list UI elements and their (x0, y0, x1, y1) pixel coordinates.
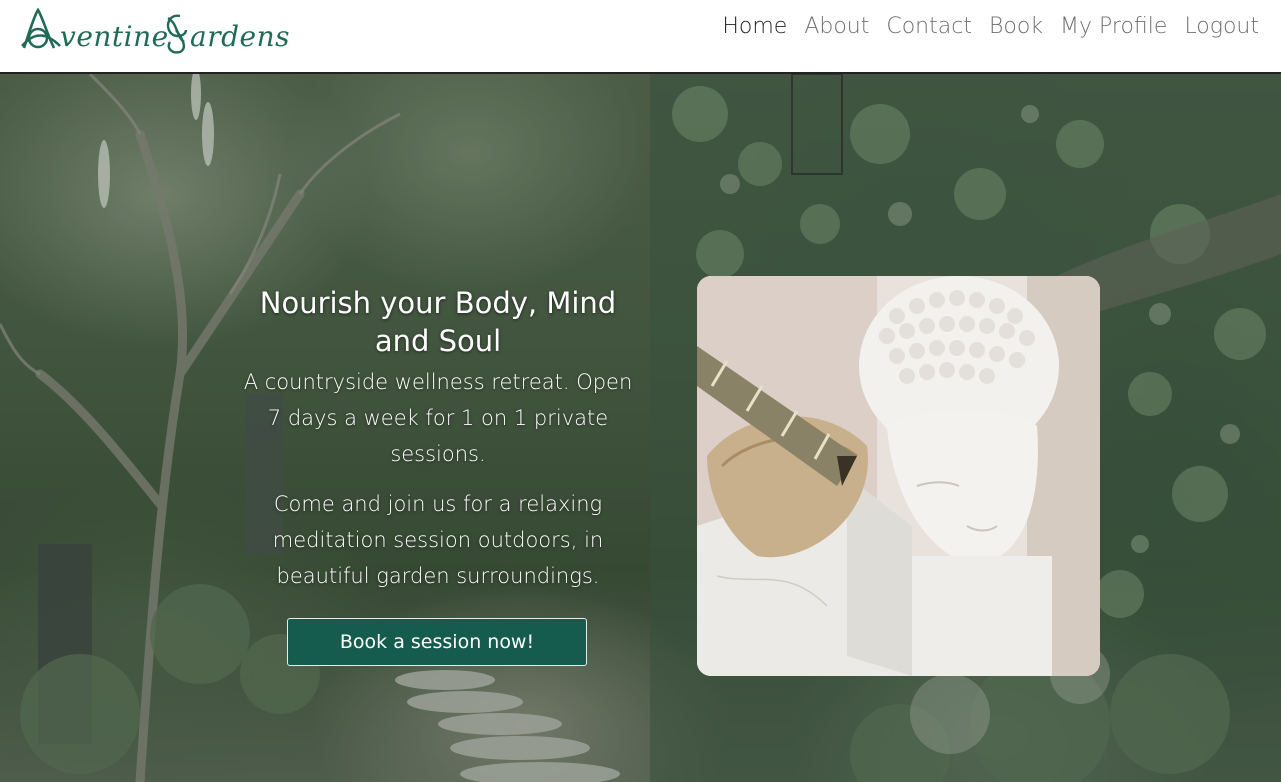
buddha-sage-photo (697, 276, 1100, 676)
nav-item-about: About (804, 14, 869, 39)
buddha-feature-image (697, 276, 1100, 676)
nav-link-contact[interactable]: Contact (886, 14, 972, 39)
nav-item-contact: Contact (886, 14, 972, 39)
svg-text:ventine: ventine (60, 20, 169, 53)
book-session-button[interactable]: Book a session now! (287, 618, 587, 666)
nav-link-my-profile[interactable]: My Profile (1060, 14, 1167, 39)
nav-item-my-profile: My Profile (1060, 14, 1167, 39)
hero-text-block: Nourish your Body, Mind and Soul A count… (238, 284, 638, 608)
nav-item-logout: Logout (1184, 14, 1259, 39)
main-navigation: Home About Contact Book My Profile Logou… (722, 14, 1259, 39)
hero-invite-text: Come and join us for a relaxing meditati… (272, 492, 604, 588)
hero-section: Nourish your Body, Mind and Soul A count… (0, 74, 1281, 782)
nav-link-home[interactable]: Home (722, 14, 787, 39)
hero-intro-text: A countryside wellness retreat. Open 7 d… (243, 370, 633, 466)
nav-item-book: Book (989, 14, 1043, 39)
svg-text:ardens: ardens (190, 20, 290, 53)
brand-logo[interactable]: ventine ardens (20, 6, 290, 56)
hero-title: Nourish your Body, Mind and Soul (259, 286, 617, 358)
nav-link-logout[interactable]: Logout (1184, 14, 1259, 39)
nav-link-about[interactable]: About (804, 14, 869, 39)
navbar: ventine ardens Home About Contact Book M… (0, 0, 1281, 74)
nav-item-home: Home (722, 14, 787, 39)
nav-link-book[interactable]: Book (989, 14, 1043, 39)
aventine-gardens-logo: ventine ardens (21, 7, 290, 54)
